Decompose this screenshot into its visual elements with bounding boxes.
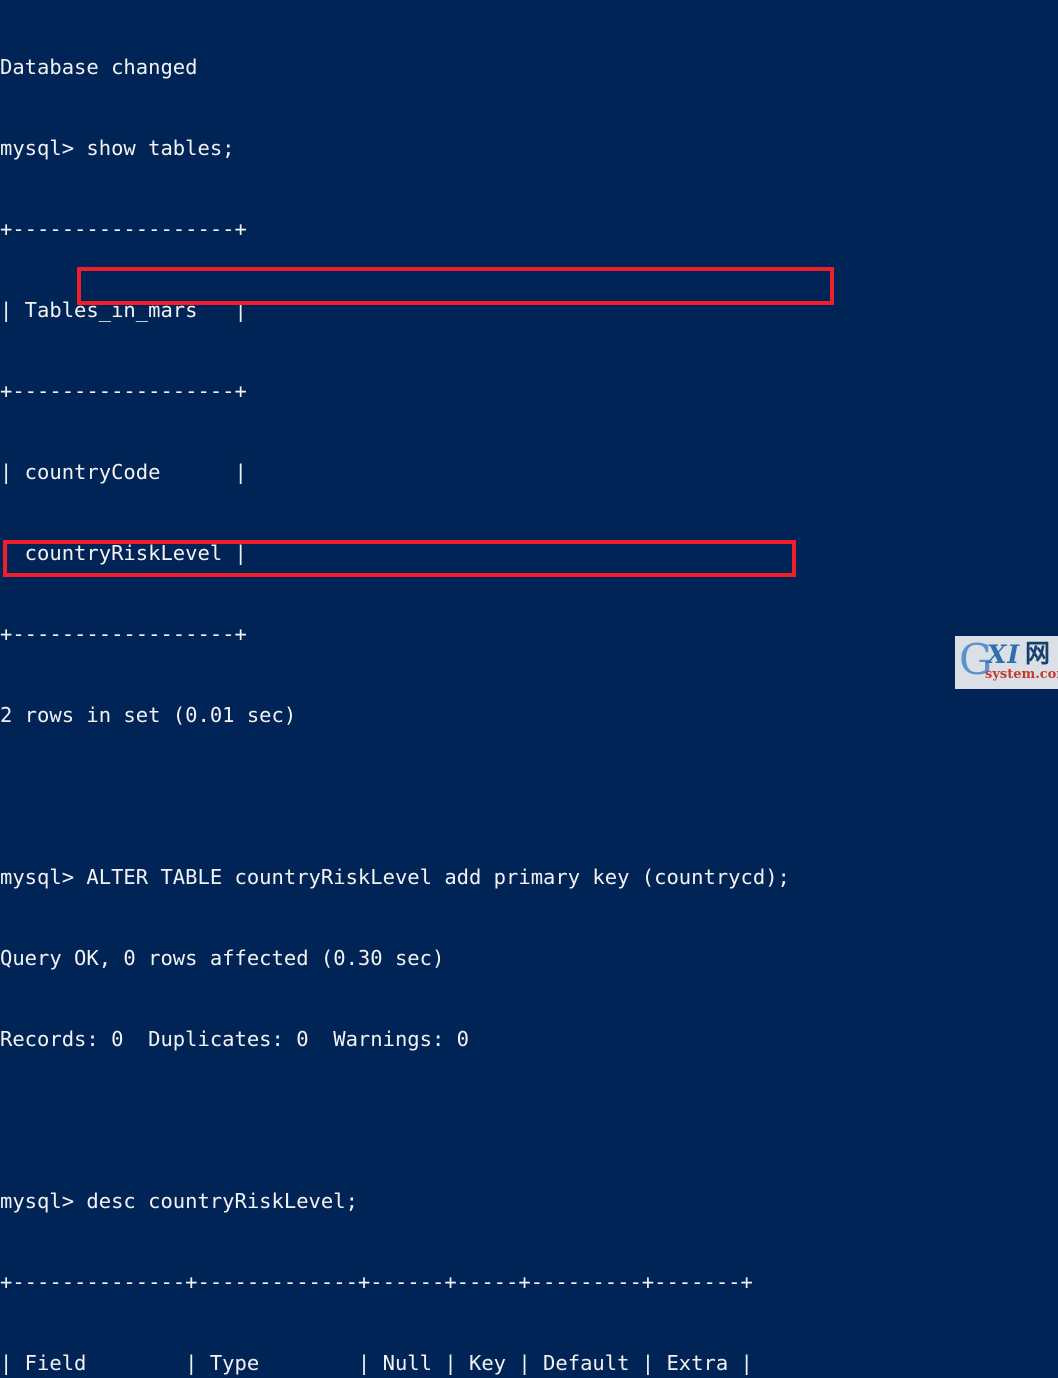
watermark-subtitle: system.com xyxy=(985,667,1058,682)
terminal-line-desc-top-border: +--------------+-------------+------+---… xyxy=(0,1270,753,1294)
terminal-line-alter-table-command: mysql> ALTER TABLE countryRiskLevel add … xyxy=(0,865,790,889)
terminal-line-prompt-desc: mysql> desc countryRiskLevel; xyxy=(0,1189,358,1213)
terminal-line-tables-header-border: +------------------+ xyxy=(0,379,247,403)
terminal-line-tables-bottom-border: +------------------+ xyxy=(0,622,247,646)
terminal-line-prompt-show-tables: mysql> show tables; xyxy=(0,136,235,160)
terminal-line-tables-row-countryrisklevel: | countryRiskLevel | xyxy=(0,541,247,565)
terminal-line-blank-2 xyxy=(0,1107,1058,1134)
terminal-line-records-duplicates-warnings: Records: 0 Duplicates: 0 Warnings: 0 xyxy=(0,1027,469,1051)
watermark-letters-xi: XI xyxy=(987,640,1021,669)
terminal-line-database-changed: Database changed xyxy=(0,55,198,79)
terminal-line-tables-top-border: +------------------+ xyxy=(0,217,247,241)
terminal-console[interactable]: Database changed mysql> show tables; +--… xyxy=(0,0,1058,1375)
terminal-line-tables-rowcount: 2 rows in set (0.01 sec) xyxy=(0,703,297,727)
terminal-line-desc-header: | Field | Type | Null | Key | Default | … xyxy=(0,1351,753,1375)
terminal-line-tables-row-countrycode: | countryCode | xyxy=(0,460,247,484)
terminal-line-query-ok: Query OK, 0 rows affected (0.30 sec) xyxy=(0,946,445,970)
watermark-logo: G XI 网 system.com xyxy=(955,636,1058,689)
watermark-cjk-character: 网 xyxy=(1025,639,1051,668)
terminal-line-blank-1 xyxy=(0,783,1058,810)
terminal-line-tables-header: | Tables_in_mars | xyxy=(0,298,247,322)
